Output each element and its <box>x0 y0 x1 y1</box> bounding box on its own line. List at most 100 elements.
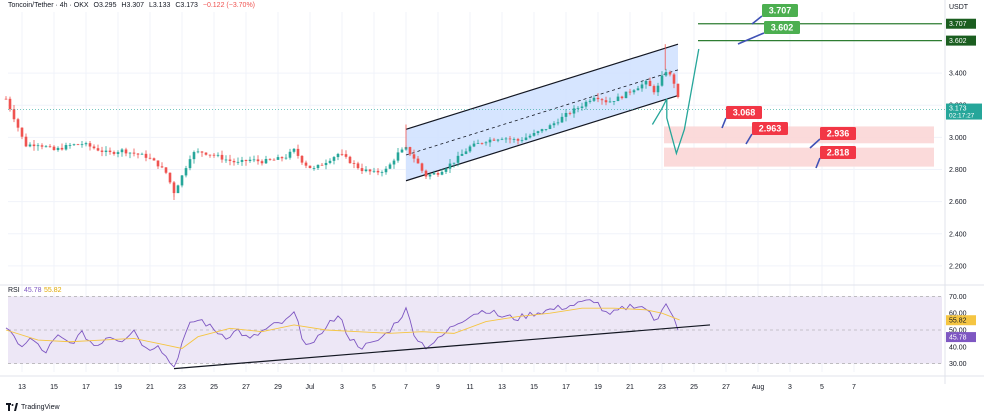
candle-body <box>180 175 184 186</box>
candle-body <box>552 123 556 126</box>
candle-body <box>72 144 76 146</box>
candle-body <box>312 168 316 169</box>
candle-body <box>580 106 584 108</box>
candle-body <box>468 146 472 152</box>
rsi-ma-tag-label: 55.82 <box>949 318 967 325</box>
candle-body <box>116 152 120 154</box>
candle-body <box>588 100 592 102</box>
candle-body <box>184 168 188 176</box>
tradingview-logo-icon <box>6 403 18 411</box>
candle-body <box>640 84 644 89</box>
candle-body <box>532 133 536 136</box>
candle-body <box>232 160 236 163</box>
price-tick-label: 2.600 <box>949 199 967 206</box>
candle-body <box>240 159 244 162</box>
support-zone-lower <box>664 147 934 167</box>
candle-body <box>136 153 140 155</box>
candle-body <box>100 150 104 152</box>
x-tick-label: 27 <box>242 384 250 391</box>
candle-body <box>104 150 108 152</box>
candle-body <box>388 164 392 169</box>
candle-body <box>132 152 136 154</box>
candle-body <box>48 146 52 148</box>
candle-body <box>340 153 344 155</box>
target-2936-label: 2.936 <box>827 129 850 139</box>
x-tick-label: 29 <box>274 384 282 391</box>
support-zones <box>664 126 934 167</box>
price-tick-label: 2.400 <box>949 231 967 238</box>
candle-body <box>344 154 348 157</box>
rsi-title-value: 45.78 <box>24 287 42 294</box>
channel-fill <box>406 44 678 181</box>
candle-body <box>412 154 416 159</box>
symbol-label[interactable]: Toncoin/Tether · 4h · OKX <box>8 2 89 9</box>
price-tick-label: 2.200 <box>949 263 967 270</box>
candle-body <box>268 158 272 160</box>
rsi-value-tag-label: 45.78 <box>949 335 967 342</box>
candle-body <box>600 99 604 101</box>
candle-body <box>548 125 552 129</box>
candle-body <box>108 150 112 153</box>
tradingview-brand[interactable]: TradingView <box>6 403 60 411</box>
candle-body <box>248 159 252 162</box>
x-tick-label: 7 <box>404 384 408 391</box>
candle-body <box>376 170 380 173</box>
candle-body <box>460 153 464 156</box>
candle-body <box>32 144 36 147</box>
candle-body <box>644 80 648 85</box>
candle-body <box>596 97 600 100</box>
currency-label[interactable]: USDT <box>949 4 968 11</box>
candle-body <box>4 98 8 100</box>
candle-body <box>92 146 96 149</box>
candle-body <box>452 162 456 164</box>
candle-body <box>448 163 452 169</box>
candle-body <box>392 160 396 165</box>
candle-body <box>584 101 588 107</box>
candle-body <box>308 165 312 169</box>
candle-body <box>364 169 368 172</box>
candle-body <box>604 100 608 103</box>
candle-body <box>524 137 528 140</box>
candle-body <box>296 148 300 156</box>
candle-body <box>368 169 372 172</box>
candle-body <box>676 83 680 97</box>
x-tick-label: 17 <box>82 384 90 391</box>
resistance-axis-label: 3.602 <box>949 38 967 45</box>
close-value: C3.173 <box>175 2 198 9</box>
candle-body <box>508 138 512 140</box>
candle-body <box>36 145 40 147</box>
candle-body <box>348 156 352 164</box>
candle-body <box>456 155 460 163</box>
candle-body <box>420 163 424 171</box>
candle-body <box>152 158 156 161</box>
price-chart[interactable]: 3.707 3.602 3.0682.963 2.936 2.818 13 15 17 19 2… <box>0 0 984 416</box>
price-tick-label: 3.400 <box>949 71 967 78</box>
candle-body <box>200 151 204 153</box>
candle-body <box>56 147 60 151</box>
candle-body <box>164 167 168 173</box>
candle-body <box>608 101 612 103</box>
candle-body <box>80 144 84 146</box>
candle-body <box>8 98 12 110</box>
price-tick-label: 3.000 <box>949 135 967 142</box>
x-tick-label: 13 <box>498 384 506 391</box>
candle-body <box>544 128 548 130</box>
candle-body <box>156 160 160 167</box>
candle-body <box>356 163 360 169</box>
candle-body <box>192 152 196 160</box>
candle-body <box>224 159 228 161</box>
candle-body <box>540 129 544 132</box>
candle-body <box>432 173 436 175</box>
candle-body <box>316 164 320 169</box>
target-3602-arrow <box>737 32 765 45</box>
candle-body <box>492 139 496 141</box>
candle-body <box>656 85 660 93</box>
candle-body <box>328 160 332 163</box>
last-price-value: 3.173 <box>949 106 967 113</box>
candle-body <box>324 162 328 166</box>
candle-body <box>564 112 568 117</box>
rsi-band-layer <box>8 296 942 364</box>
low-value: L3.133 <box>148 2 171 9</box>
candle-body <box>336 153 340 158</box>
rsi-title-ma: 55.82 <box>44 287 62 294</box>
